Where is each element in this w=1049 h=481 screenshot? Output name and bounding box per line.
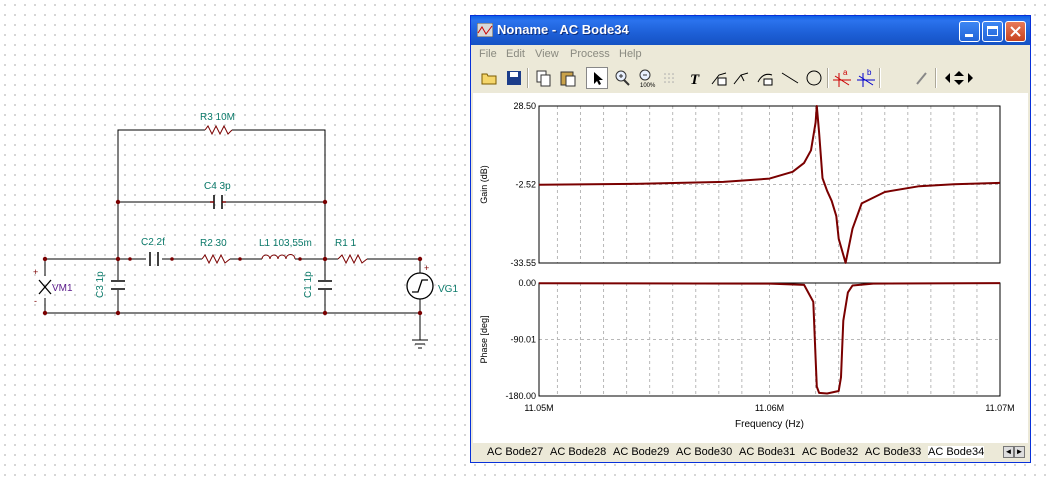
tab-ac-bode32[interactable]: AC Bode32: [802, 446, 858, 458]
bode-chart[interactable]: 28.50 -2.52 -33.55 Gain (dB) 0.00 -90.01 -180.…: [473, 93, 1028, 443]
c3-label: C3 1p: [95, 271, 106, 298]
menu-process[interactable]: Process: [570, 48, 610, 60]
line-icon[interactable]: [779, 67, 801, 89]
tab-ac-bode31[interactable]: AC Bode31: [739, 446, 795, 458]
vg1-plus: +: [424, 263, 429, 273]
l1-inductor[interactable]: [261, 254, 296, 260]
y-tick-label: -180.00: [505, 391, 536, 401]
c4-label: C4 3p: [204, 181, 231, 192]
c2-capacitor[interactable]: [149, 252, 159, 266]
tab-ac-bode28[interactable]: AC Bode28: [550, 446, 606, 458]
text-icon[interactable]: T: [685, 67, 707, 89]
r1-resistor[interactable]: [337, 253, 368, 265]
x-tick-label: 11.06M: [755, 403, 784, 413]
svg-text:b: b: [867, 68, 872, 77]
cursor-b-icon[interactable]: b: [855, 67, 877, 89]
svg-text:100%: 100%: [640, 83, 656, 89]
menu-help[interactable]: Help: [619, 48, 642, 60]
bode-plot-area[interactable]: 28.50 -2.52 -33.55 Gain (dB) 0.00 -90.01 -180.…: [473, 93, 1028, 443]
vm1-label: VM1: [52, 283, 73, 294]
y-tick-label: -90.01: [510, 335, 536, 345]
svg-text:a: a: [843, 68, 848, 77]
menu-file[interactable]: File: [479, 48, 497, 60]
cursor-a-icon[interactable]: a: [831, 67, 853, 89]
x-axis-label: Frequency (Hz): [735, 419, 804, 430]
c2-label: C2 2f: [141, 237, 165, 248]
annotate-2-icon[interactable]: [731, 67, 753, 89]
tab-ac-bode29[interactable]: AC Bode29: [613, 446, 669, 458]
zoom-100-icon[interactable]: 100%: [635, 67, 657, 89]
maximize-icon: [987, 26, 998, 36]
toolbar-separator: [527, 68, 529, 88]
tab-ac-bode30[interactable]: AC Bode30: [676, 446, 732, 458]
r3-resistor[interactable]: [204, 124, 233, 136]
tab-scroll-left[interactable]: ◄: [1003, 446, 1014, 458]
copy-icon[interactable]: [533, 67, 555, 89]
window-title: Noname - AC Bode34: [497, 22, 629, 37]
toolbar-separator: [827, 68, 829, 88]
vg1-label: VG1: [438, 284, 458, 295]
save-icon[interactable]: [503, 67, 525, 89]
x-tick-label: 11.07M: [985, 403, 1014, 413]
toolbar: 100% T a b: [473, 66, 1028, 92]
paste-icon[interactable]: [557, 67, 579, 89]
tab-scroll-right[interactable]: ►: [1014, 446, 1025, 458]
c1-label: C1 1p: [303, 271, 314, 298]
app-icon: [477, 23, 493, 37]
nav-arrows-icon[interactable]: [943, 67, 975, 89]
r2-label: R2 30: [200, 238, 227, 249]
close-button[interactable]: [1005, 21, 1026, 42]
annotate-3-icon[interactable]: [755, 67, 777, 89]
circuit-schematic: R3 10M C4 3p C2 2f R2 30 L1 103,55m R1 1…: [33, 112, 458, 349]
title-bar[interactable]: Noname - AC Bode34: [471, 16, 1030, 45]
tab-bar: AC Bode27 AC Bode28 AC Bode29 AC Bode30 AC B…: [473, 444, 1028, 462]
menu-view[interactable]: View: [535, 48, 559, 60]
toolbar-separator: [935, 68, 937, 88]
x-tick-label: 11.05M: [524, 403, 553, 413]
vm1-plus: +: [33, 267, 38, 277]
vg1-generator[interactable]: [406, 272, 434, 300]
bode-window: Noname - AC Bode34 File Edit View Proces…: [470, 15, 1031, 463]
eyedropper-icon[interactable]: [911, 67, 933, 89]
menu-bar: File Edit View Process Help: [471, 45, 1030, 65]
y-tick-label: 28.50: [513, 101, 536, 111]
ground-symbol: [412, 339, 428, 349]
y-tick-label: -2.52: [515, 180, 536, 190]
vm1-minus: -: [34, 296, 37, 306]
r3-label: R3 10M: [200, 112, 235, 123]
grid-icon[interactable]: [659, 67, 681, 89]
close-icon: [1010, 26, 1021, 37]
menu-edit[interactable]: Edit: [506, 48, 525, 60]
y-axis-label: Gain (dB): [479, 165, 489, 204]
maximize-button[interactable]: [982, 21, 1003, 42]
toolbar-separator: [879, 68, 881, 88]
vm1-voltmeter[interactable]: [38, 279, 52, 295]
zoom-in-icon[interactable]: [611, 67, 633, 89]
annotate-icon[interactable]: [709, 67, 731, 89]
y-tick-label: 0.00: [518, 278, 536, 288]
y-axis-label: Phase [deg]: [479, 315, 489, 363]
circle-icon[interactable]: [803, 67, 825, 89]
minimize-icon: [965, 34, 973, 37]
c1-capacitor[interactable]: [318, 280, 332, 290]
c4-capacitor[interactable]: [210, 195, 226, 209]
wires: [44, 129, 421, 340]
c3-capacitor[interactable]: [111, 280, 125, 290]
l1-label: L1 103,55m: [259, 238, 312, 249]
tab-ac-bode27[interactable]: AC Bode27: [487, 446, 543, 458]
r1-label: R1 1: [335, 238, 357, 249]
tab-ac-bode33[interactable]: AC Bode33: [865, 446, 921, 458]
tab-ac-bode34[interactable]: AC Bode34: [928, 446, 985, 458]
svg-text:T: T: [690, 72, 700, 88]
open-icon[interactable]: [479, 67, 501, 89]
r2-resistor[interactable]: [201, 253, 231, 265]
y-tick-label: -33.55: [510, 258, 536, 268]
minimize-button[interactable]: [959, 21, 980, 42]
select-arrow-icon[interactable]: [586, 67, 608, 89]
